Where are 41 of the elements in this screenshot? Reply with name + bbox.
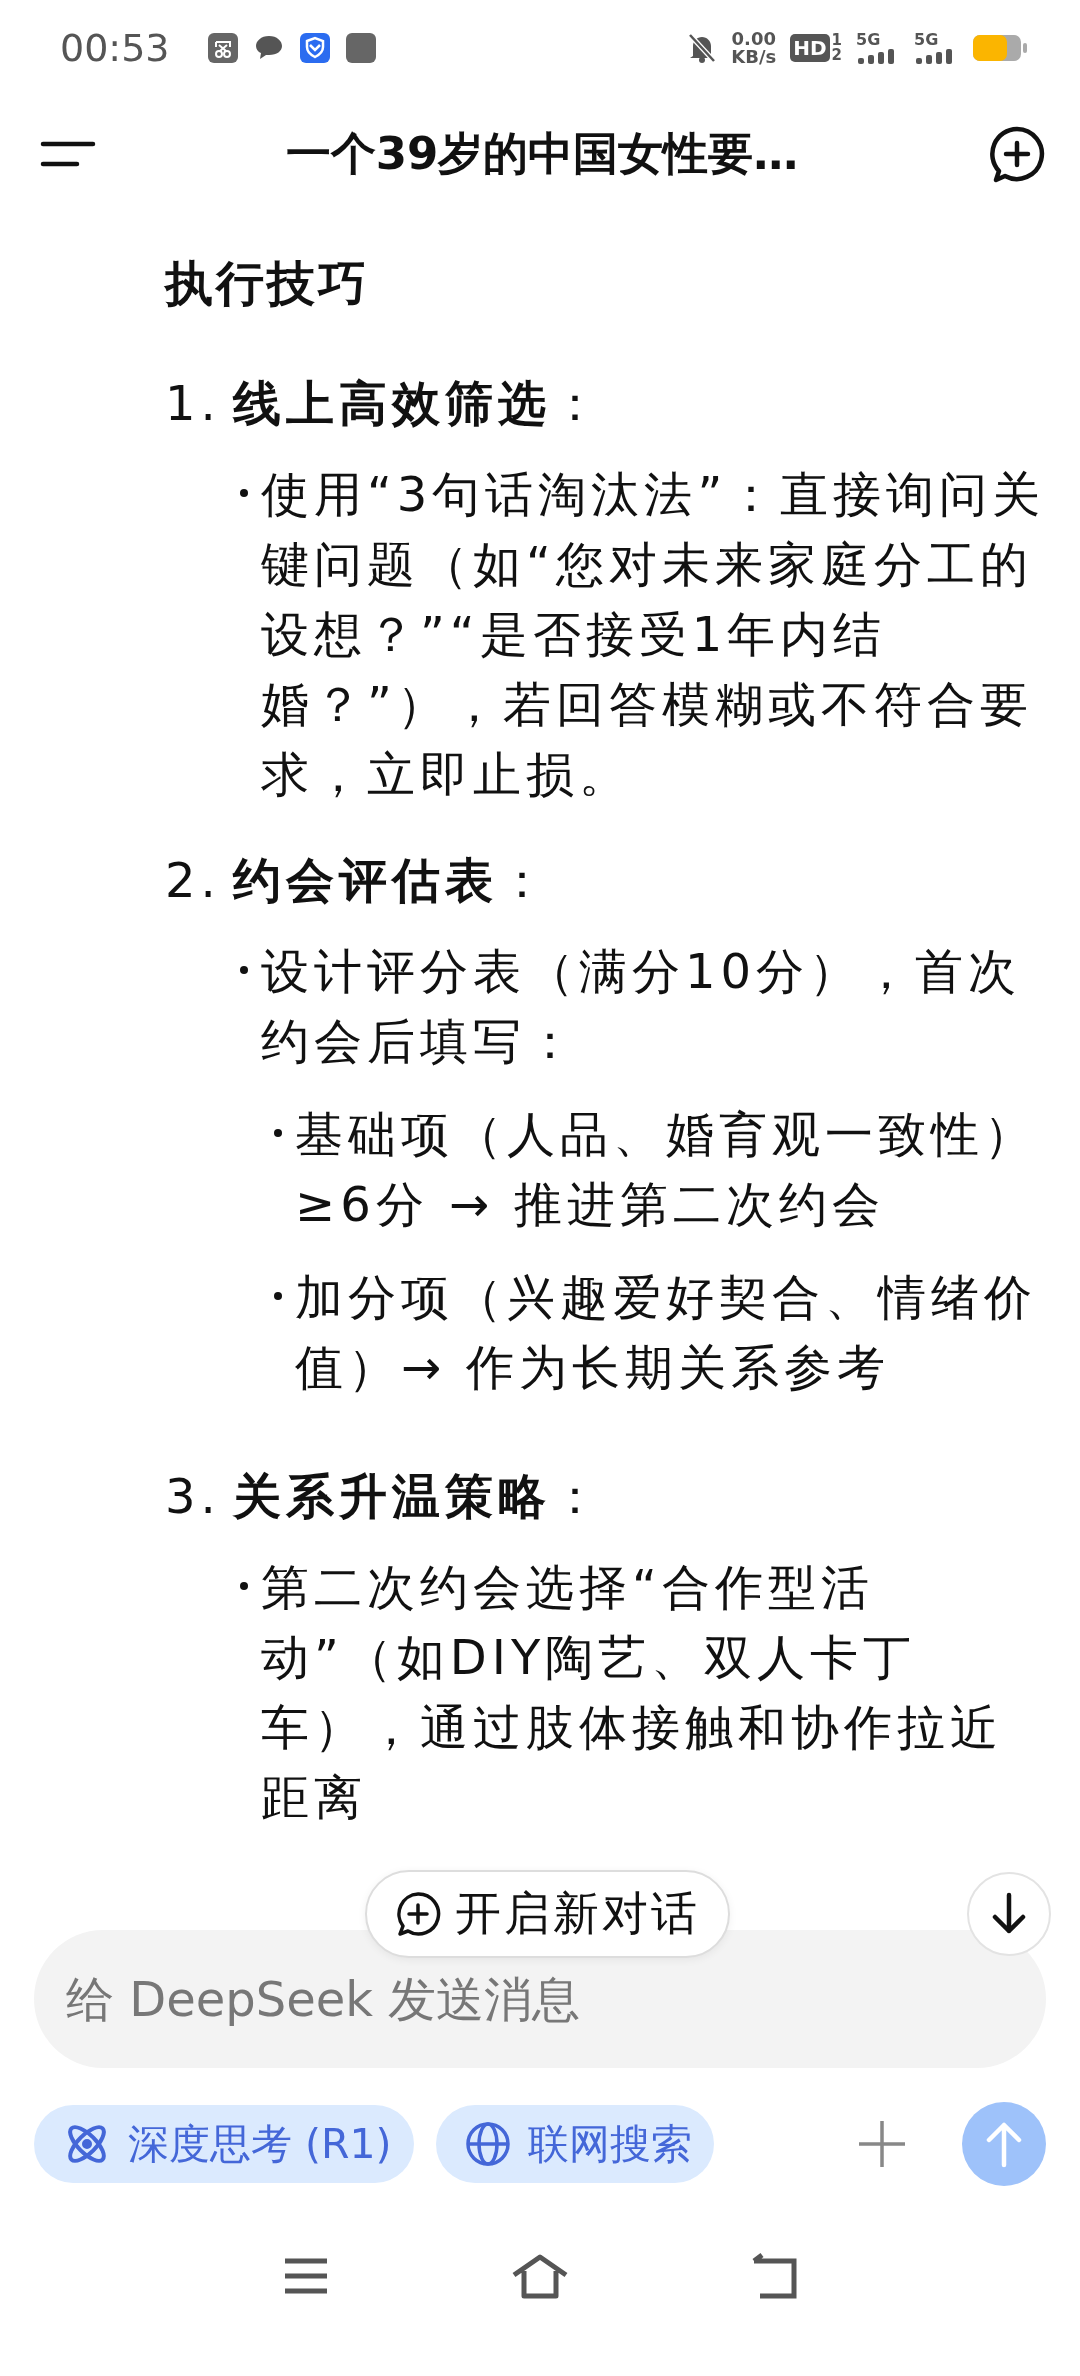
list-title: 关系升温策略： [232,1467,604,1526]
globe-icon [463,2120,512,2168]
network-type: 5G [914,32,940,48]
bullet-text: 设计评分表（满分10分），首次约会后填写： [261,942,1023,1071]
clock-time: 00:53 [60,26,170,70]
muted-bell-icon [687,32,718,64]
list-number: 3. [165,1467,221,1526]
menu-button[interactable] [282,2256,330,2296]
speed-unit: KB/s [731,48,777,66]
bullet-dot [240,1582,248,1590]
list-title: 约会评估表： [232,851,551,910]
network-type: 5G [856,32,882,48]
list-title: 线上高效筛选： [232,374,604,433]
app-icon [345,33,376,63]
section-heading: 执行技巧 [165,254,370,313]
list-number: 1. [165,374,221,433]
sim-number: 2 [831,48,842,63]
bullet-dot [240,489,248,497]
home-button[interactable] [510,2253,570,2299]
bullet-dot [240,966,248,974]
web-search-toggle[interactable]: 联网搜索 [435,2105,714,2183]
battery-icon [972,34,1028,62]
deep-think-toggle[interactable]: 深度思考 (R1) [34,2105,414,2183]
bullet-text: 使用“3句话淘汰法”：直接询问关键问题（如“您对未来家庭分工的设想？”“是否接受1年内结婚？”），若回答模糊或不符合要求，立即止损。 [261,465,1047,804]
hd-badge: HD [790,34,830,62]
chat-title: 一个39岁的中国女性要… [284,126,800,182]
attach-button[interactable] [856,2118,908,2170]
bullet-text: 加分项（兴趣爱好契合、情绪价值）→ 作为长期关系参考 [295,1268,1038,1397]
up-arrow-icon [984,2120,1024,2168]
list-number: 2. [165,851,221,910]
bullet-text: 基础项（人品、婚育观一致性）≥6分 → 推进第二次约会 [295,1105,1038,1234]
sim-number: 1 [831,33,842,48]
screenshot-icon [207,33,238,63]
bullet-text: 第二次约会选择“合作型活动”（如DIY陶艺、双人卡丁车），通过肢体接触和协作拉近距离 [261,1558,1004,1827]
bullet-dot [274,1129,282,1137]
bullet-dot [274,1292,282,1300]
network-speed: 0.00 [731,30,776,48]
chat-bubble-icon [253,34,284,62]
back-button[interactable] [750,2253,798,2299]
shield-icon [299,33,330,63]
new-chat-button[interactable] [988,125,1046,183]
